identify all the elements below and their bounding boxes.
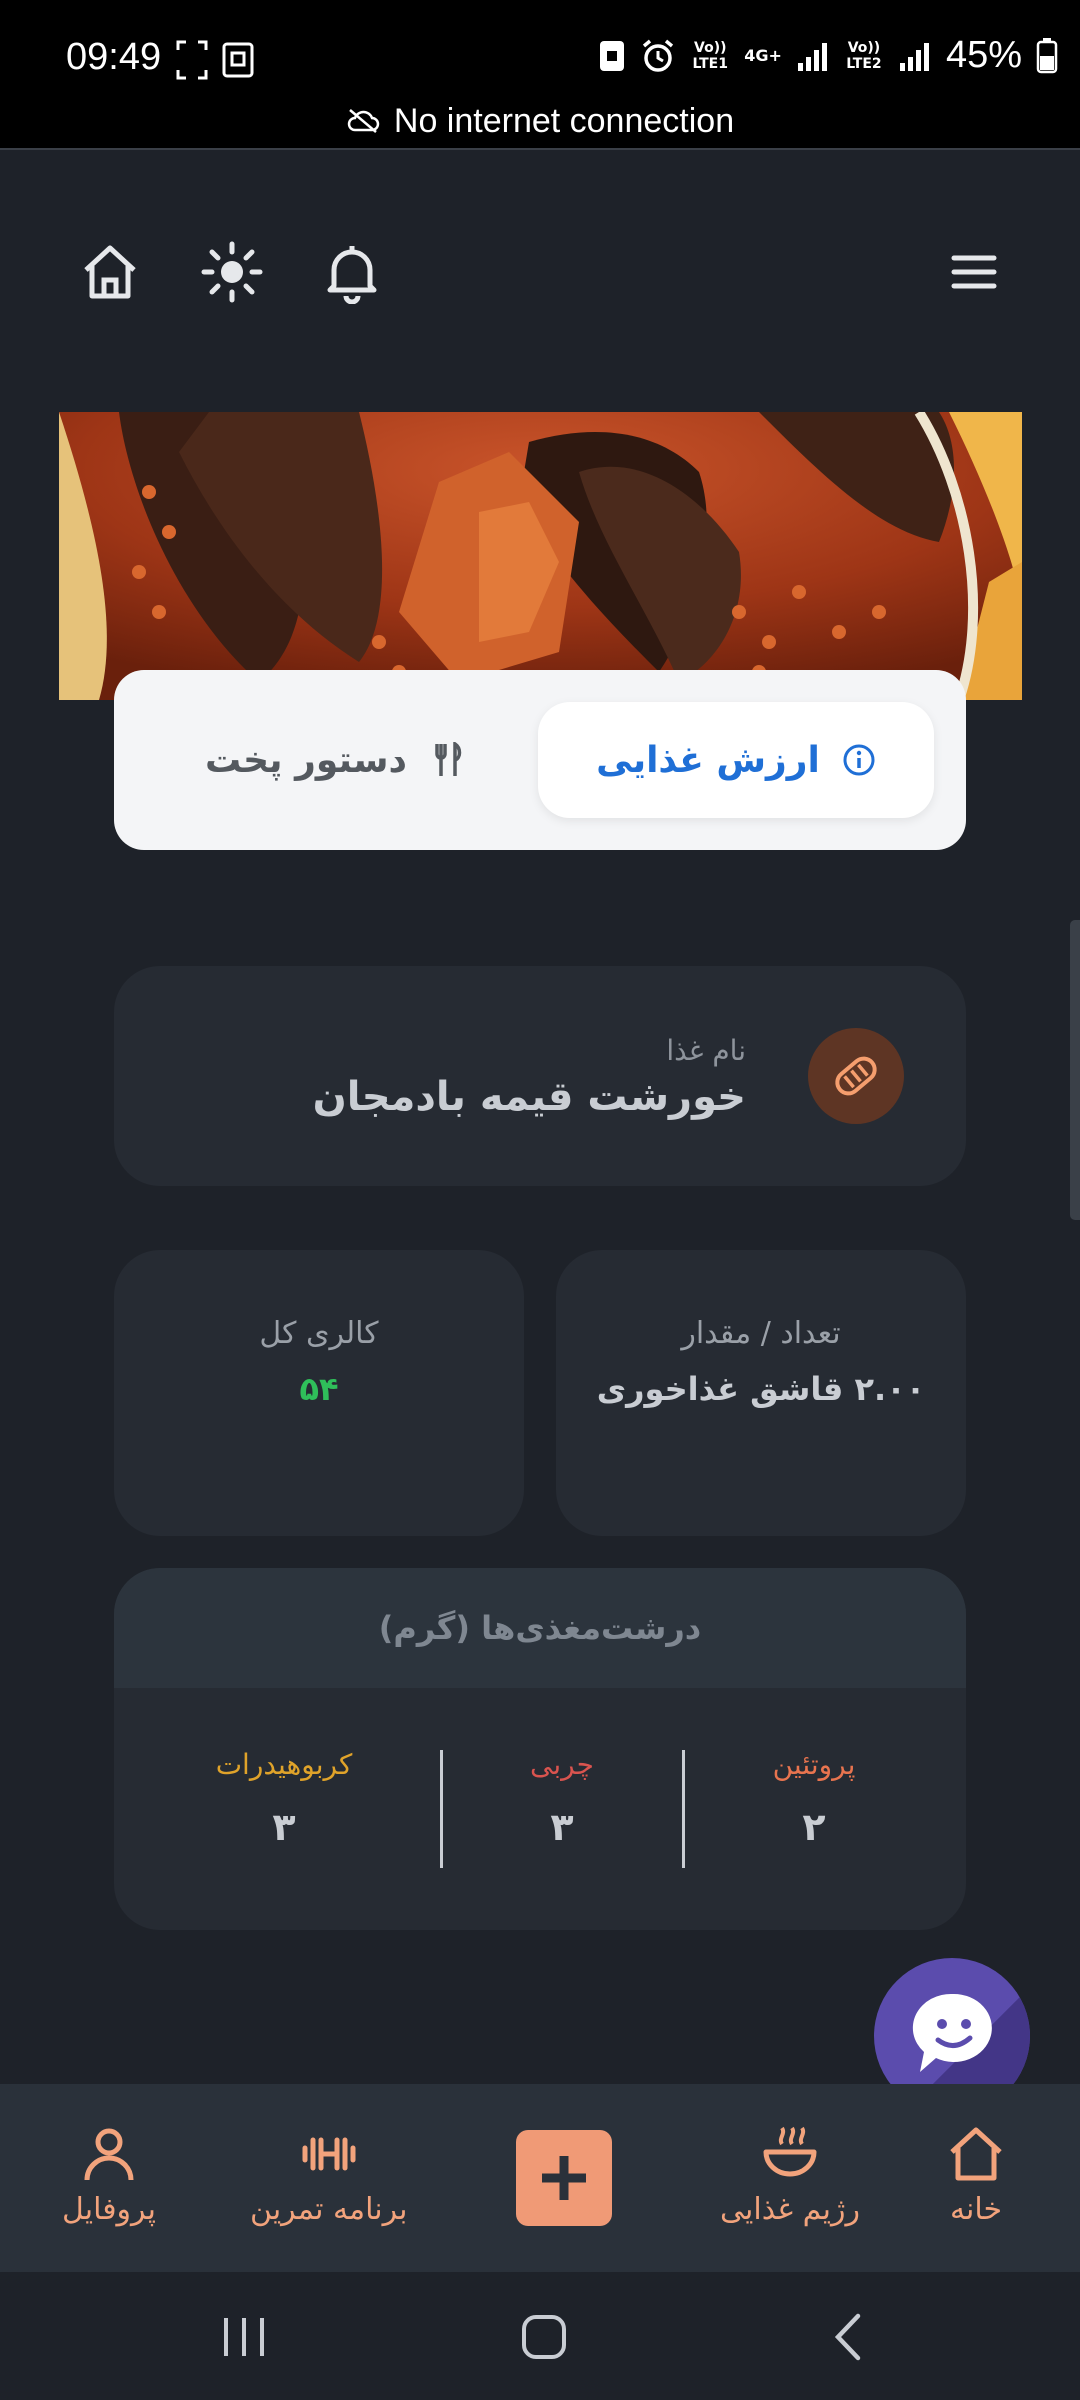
macro-carbs: کربوهیدرات ۳ xyxy=(164,1748,404,1849)
bell-icon[interactable] xyxy=(320,240,384,304)
plus-icon xyxy=(542,2156,586,2200)
status-bar: 09:49 Vo)) LTE1 4G+ Vo)) LTE2 45% No int… xyxy=(0,0,1080,148)
carbs-value: ۳ xyxy=(272,1805,296,1849)
add-button[interactable] xyxy=(516,2130,612,2226)
food-name-label: نام غذا xyxy=(666,1034,746,1067)
food-name-value: خورشت قیمه بادمجان xyxy=(312,1074,746,1120)
tab-nutrition[interactable]: ارزش غذایی xyxy=(538,702,934,818)
macros-card: درشت‌مغذی‌ها (گرم) پروتئین ۲ چربی ۳ کربو… xyxy=(114,1568,966,1930)
no-internet-banner: No internet connection xyxy=(0,96,1080,146)
quantity-label: تعداد / مقدار xyxy=(681,1316,841,1351)
dumbbell-icon xyxy=(302,2137,356,2171)
macro-fat: چربی ۳ xyxy=(442,1748,682,1849)
tab-nutrition-label: ارزش غذایی xyxy=(596,739,820,781)
nav-diet-label: رژیم غذایی xyxy=(720,2192,860,2227)
tab-recipe-label: دستور پخت xyxy=(205,739,407,781)
lte1-label: Vo)) LTE1 xyxy=(692,39,728,72)
alarm-icon xyxy=(643,39,674,72)
nav-diet[interactable]: رژیم غذایی xyxy=(720,2124,860,2227)
nav-profile-label: پروفایل xyxy=(62,2192,156,2227)
nav-profile[interactable]: پروفایل xyxy=(62,2124,156,2227)
protein-label: پروتئین xyxy=(772,1748,856,1781)
macros-title: درشت‌مغذی‌ها (گرم) xyxy=(114,1568,966,1688)
signal-icon-2 xyxy=(899,42,929,71)
food-icon-circle xyxy=(808,1028,904,1124)
status-time: 09:49 xyxy=(66,36,162,78)
no-internet-text: No internet connection xyxy=(393,101,735,140)
utensils-icon xyxy=(435,742,462,776)
calories-label: کالری کل xyxy=(259,1316,379,1351)
fat-value: ۳ xyxy=(550,1805,574,1849)
battery-icon xyxy=(1036,37,1058,73)
bowl-icon xyxy=(763,2126,817,2177)
bottom-nav: خانه رژیم غذایی برنامه تمرین پروفایل xyxy=(0,2084,1080,2272)
macro-divider xyxy=(682,1750,685,1868)
recents-icon[interactable] xyxy=(214,2312,274,2362)
nav-workout-label: برنامه تمرین xyxy=(250,2192,408,2227)
home-button-icon[interactable] xyxy=(514,2312,574,2362)
quantity-card: تعداد / مقدار ۲.۰۰ قاشق غذاخوری xyxy=(556,1250,966,1536)
food-image xyxy=(59,412,1022,700)
battery-percent: 45% xyxy=(945,34,1022,76)
lte2-label: Vo)) LTE2 xyxy=(846,39,882,72)
protein-value: ۲ xyxy=(802,1805,826,1849)
quantity-value: ۲.۰۰ قاشق غذاخوری xyxy=(596,1370,926,1408)
brightness-icon[interactable] xyxy=(200,240,264,304)
tabs-card: ارزش غذایی دستور پخت xyxy=(114,670,966,850)
bread-icon xyxy=(835,1056,877,1096)
back-icon[interactable] xyxy=(820,2312,880,2362)
sim-icon xyxy=(600,40,625,71)
nav-workout[interactable]: برنامه تمرین xyxy=(250,2124,408,2227)
screenshot-icons xyxy=(176,40,254,80)
calories-card: کالری کل ۵۴ xyxy=(114,1250,524,1536)
scrollbar[interactable] xyxy=(1070,920,1080,1220)
cloud-off-icon xyxy=(347,109,380,133)
chat-icon xyxy=(912,1993,992,2072)
signal-icon xyxy=(797,42,827,71)
carbs-label: کربوهیدرات xyxy=(215,1748,353,1781)
home-icon xyxy=(950,2127,1002,2181)
tab-recipe[interactable]: دستور پخت xyxy=(174,702,494,818)
info-icon xyxy=(843,744,875,776)
macro-divider xyxy=(440,1750,443,1868)
menu-icon[interactable] xyxy=(942,240,1006,304)
divider xyxy=(0,148,1080,150)
nav-home-label: خانه xyxy=(949,2192,1003,2227)
food-name-card: نام غذا خورشت قیمه بادمجان xyxy=(114,966,966,1186)
status-right: Vo)) LTE1 4G+ Vo)) LTE2 45% xyxy=(598,34,1058,77)
4g-label: 4G+ xyxy=(744,46,782,65)
macro-protein: پروتئین ۲ xyxy=(694,1748,934,1849)
user-icon xyxy=(84,2128,134,2181)
nav-home[interactable]: خانه xyxy=(946,2124,1006,2227)
calories-value: ۵۴ xyxy=(299,1370,339,1408)
home-icon[interactable] xyxy=(78,240,142,304)
system-nav-bar xyxy=(0,2272,1080,2400)
fat-label: چربی xyxy=(530,1748,594,1781)
